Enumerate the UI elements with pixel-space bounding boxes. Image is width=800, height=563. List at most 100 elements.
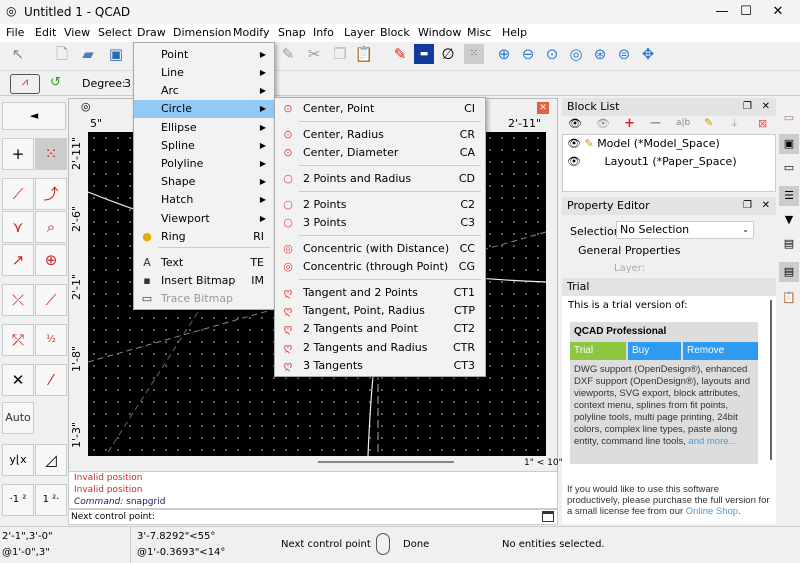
save-icon[interactable]: ▣ — [106, 44, 126, 64]
menu-edit[interactable]: Edit — [35, 26, 56, 39]
visible-icon[interactable]: 👁 — [567, 137, 581, 150]
layer-list-toggle-icon[interactable]: ▣ — [779, 134, 799, 154]
draw-menu-item-polyline[interactable]: Polyline ▶ — [134, 155, 274, 173]
buy-tab[interactable]: Buy — [628, 342, 681, 360]
snap-perpendicular-icon[interactable]: ⤱ — [2, 324, 34, 356]
draw-menu-item-spline[interactable]: Spline ▶ — [134, 137, 274, 155]
float-icon[interactable]: ❐ — [743, 98, 752, 116]
menu-file[interactable]: File — [6, 26, 24, 39]
draw-menu-item-circle[interactable]: Circle ▶ — [134, 100, 274, 118]
circle-menu-item-tangent-and-2-points[interactable]: ღ Tangent and 2 Points CT1 — [275, 284, 485, 302]
menu-layer[interactable]: Layer — [344, 26, 375, 39]
circle-menu-item-tangent-point-radius[interactable]: ღ Tangent, Point, Radius CTP — [275, 302, 485, 320]
zoom-previous-icon[interactable]: ◎ — [566, 44, 586, 64]
draw-menu-item-shape[interactable]: Shape ▶ — [134, 173, 274, 191]
menu-snap[interactable]: Snap — [278, 26, 306, 39]
pan-icon[interactable]: ✥ — [638, 44, 658, 64]
snap-cross-icon[interactable]: ✕ — [2, 364, 34, 396]
circle-snap-icon[interactable]: ⊕ — [35, 244, 67, 276]
circle-menu-item-2-points[interactable]: ○ 2 Points C2 — [275, 196, 485, 214]
menu-block[interactable]: Block — [380, 26, 410, 39]
menu-misc[interactable]: Misc — [467, 26, 491, 39]
circle-menu-item-center-radius[interactable]: ⊙ Center, Radius CR — [275, 126, 485, 144]
circle-menu-item-2-tangents-and-radius[interactable]: ღ 2 Tangents and Radius CTR — [275, 339, 485, 357]
pen-icon[interactable]: ✎ — [390, 44, 410, 64]
block-list-toggle-icon[interactable]: ▭ — [779, 108, 799, 128]
horizontal-scrollbar[interactable] — [318, 461, 454, 463]
background-icon[interactable]: ▬ — [414, 44, 434, 64]
draw-menu-item-viewport[interactable]: Viewport ▶ — [134, 210, 274, 228]
restrict-xy-icon[interactable]: y⌊x — [2, 444, 34, 476]
close-button[interactable]: ✕ — [756, 0, 800, 24]
view-list-toggle-icon[interactable]: ▤ — [779, 262, 799, 282]
circle-menu-item-concentric-with-distance-[interactable]: ◎ Concentric (with Distance) CC — [275, 240, 485, 258]
menu-select[interactable]: Select — [98, 26, 132, 39]
hide-all-icon[interactable]: 👁 — [596, 117, 610, 130]
draw-menu-item-line[interactable]: Line ▶ — [134, 64, 274, 82]
draw-menu-item-point[interactable]: Point ▶ — [134, 46, 274, 64]
visible-icon[interactable]: 👁 — [567, 155, 581, 168]
circle-menu-item-3-points[interactable]: ○ 3 Points C3 — [275, 214, 485, 232]
command-line-toggle-icon[interactable]: ▤ — [779, 234, 799, 254]
menu-window[interactable]: Window — [418, 26, 461, 39]
zoom-in-icon[interactable]: ⊕ — [494, 44, 514, 64]
spline-icon[interactable]: ⩘ — [10, 74, 40, 94]
zoom-window-icon[interactable]: ⊛ — [590, 44, 610, 64]
menu-help[interactable]: Help — [502, 26, 527, 39]
draw-menu-item-insert-bitmap[interactable]: ▪ Insert Bitmap IM — [134, 272, 274, 290]
draw-menu-item-ellipse[interactable]: Ellipse ▶ — [134, 119, 274, 137]
paste-icon[interactable]: 📋 — [354, 44, 374, 64]
circle-menu-item-2-tangents-and-point[interactable]: ღ 2 Tangents and Point CT2 — [275, 320, 485, 338]
filter-icon[interactable]: ▼ — [779, 210, 799, 230]
circle-menu-item-concentric-through-point-[interactable]: ◎ Concentric (through Point) CG — [275, 258, 485, 276]
delete-block-icon[interactable]: ⊠ — [758, 117, 767, 130]
draw-menu-item-trace-bitmap[interactable]: ▭ Trace Bitmap — [134, 290, 274, 308]
command-input[interactable]: Next control point: — [68, 509, 558, 525]
draw-circle-tool-icon[interactable]: ⌕ — [35, 211, 67, 243]
show-all-icon[interactable]: 👁 — [568, 117, 582, 130]
back-button[interactable]: ◄ — [2, 102, 66, 130]
selection-dropdown[interactable]: No Selection ⌄ — [616, 221, 754, 239]
close-document-icon[interactable]: ✕ — [537, 102, 549, 114]
menu-view[interactable]: View — [64, 26, 90, 39]
circle-menu-item-center-diameter[interactable]: ⊙ Center, Diameter CA — [275, 144, 485, 162]
scrollbar[interactable] — [770, 300, 772, 460]
draw-tangent-icon[interactable]: ↗ — [2, 244, 34, 276]
clipboard-icon[interactable]: 📋 — [779, 288, 799, 308]
menu-draw[interactable]: Draw — [137, 26, 166, 39]
relative-zero-icon[interactable]: ·1 ² — [2, 484, 34, 516]
menu-dimension[interactable]: Dimension — [173, 26, 231, 39]
restrict-angle-icon[interactable]: ◿ — [35, 444, 67, 476]
draw-line-icon[interactable]: ⟋ — [2, 178, 34, 210]
rename-block-icon[interactable]: a|b — [676, 118, 690, 128]
grid-icon[interactable]: ⁙ — [464, 44, 484, 64]
draw-spline-icon[interactable]: ⤴ — [35, 178, 67, 210]
expand-icon[interactable] — [542, 511, 554, 522]
copy-icon[interactable]: ❐ — [330, 44, 350, 64]
open-file-icon[interactable]: ▰ — [78, 44, 98, 64]
new-file-icon[interactable]: 🗋 — [52, 44, 72, 64]
snap-distance-icon[interactable]: ¹⁄₂ — [35, 324, 67, 356]
insert-block-icon[interactable]: ⤓ — [732, 116, 737, 130]
plus-icon[interactable]: + — [2, 138, 34, 170]
lock-relative-zero-icon[interactable]: 1 ²· — [35, 484, 67, 516]
draw-menu-item-ring[interactable]: ● Ring RI — [134, 228, 274, 246]
snap-free-icon[interactable]: ⁄ — [35, 364, 67, 396]
circle-menu-item-3-tangents[interactable]: ღ 3 Tangents CT3 — [275, 357, 485, 375]
zoom-selection-icon[interactable]: ⊜ — [614, 44, 634, 64]
remove-block-icon[interactable]: — — [650, 116, 661, 129]
draw-menu-item-arc[interactable]: Arc ▶ — [134, 82, 274, 100]
trial-tab[interactable]: Trial — [570, 342, 626, 360]
draw-menu-item-text[interactable]: A Text TE — [134, 254, 274, 272]
menu-info[interactable]: Info — [313, 26, 334, 39]
auto-snap-button[interactable]: Auto — [2, 402, 34, 434]
float-icon[interactable]: ❐ — [743, 197, 752, 215]
snap-middle-icon[interactable]: ⟋ — [35, 284, 67, 316]
undo-spline-icon[interactable]: ↺ — [50, 75, 61, 90]
degree-input[interactable]: 3 — [124, 77, 131, 90]
close-panel-icon[interactable]: ✕ — [762, 98, 770, 116]
zoom-out-icon[interactable]: ⊖ — [518, 44, 538, 64]
no-color-icon[interactable]: ∅ — [438, 44, 458, 64]
select-pointer-icon[interactable]: ↖ — [8, 44, 28, 64]
edit-block-icon[interactable]: ✎ — [704, 116, 713, 129]
